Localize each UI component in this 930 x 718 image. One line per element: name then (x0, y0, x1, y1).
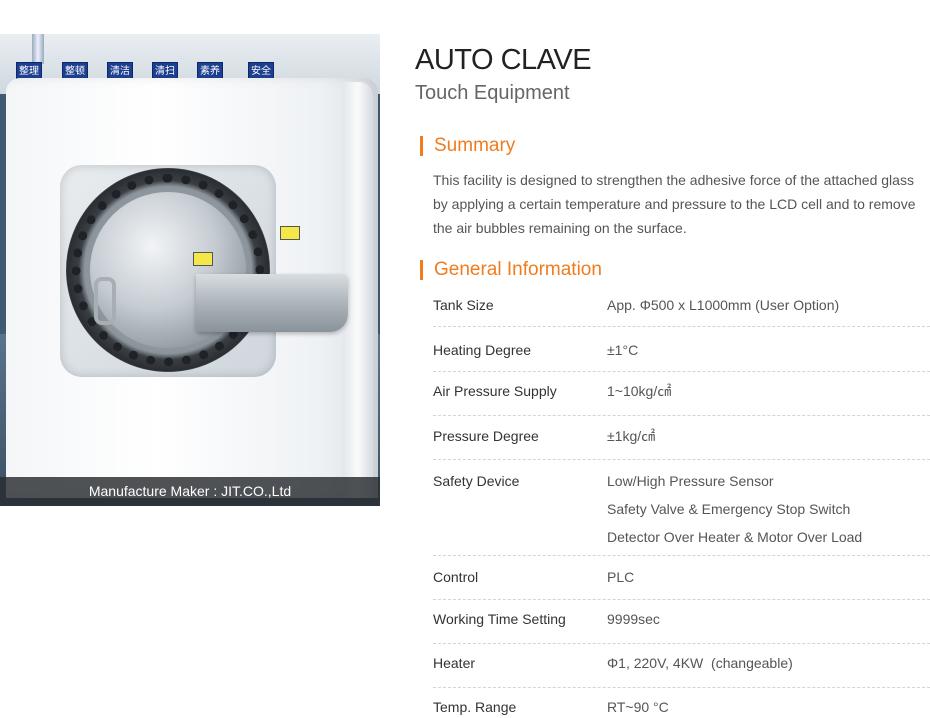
summary-text: This facility is designed to strengthen … (433, 172, 916, 236)
lid-hinge-arm (196, 274, 348, 332)
warning-sticker (280, 226, 300, 240)
spec-table: Tank Size App. Φ500 x L1000mm (User Opti… (433, 286, 930, 718)
spec-key: Pressure Degree (433, 428, 539, 444)
spec-row-temp-range: Temp. Range RT~90 °C (433, 688, 930, 718)
spec-key: Tank Size (433, 297, 494, 313)
page-subtitle: Touch Equipment (415, 82, 570, 104)
spec-row-pressure-degree: Pressure Degree ±1kg/㎠ (433, 416, 930, 460)
warning-sticker (193, 252, 213, 266)
spec-value-line: PLC (607, 569, 635, 585)
spec-value-line: 9999sec (607, 611, 660, 627)
spec-value-line: Detector Over Heater & Motor Over Load (607, 529, 863, 545)
wall-sign: 整顿 (62, 62, 88, 79)
spec-key: Working Time Setting (433, 611, 566, 627)
spec-value-line: Low/High Pressure Sensor (607, 473, 774, 489)
product-photo: 整理 整顿 清洁 清扫 素养 安全 (0, 34, 380, 506)
spec-value-line: RT~90 °C (607, 699, 669, 715)
page-title: AUTO CLAVE (415, 44, 592, 76)
spec-row-air-pressure-supply: Air Pressure Supply 1~10kg/㎠ (433, 372, 930, 416)
lid-handle (94, 277, 116, 325)
wall-sign: 整理 (16, 62, 42, 79)
spec-value-line: ±1kg/㎠ (607, 428, 656, 444)
spec-row-heater: Heater Φ1, 220V, 4KW (changeable) (433, 644, 930, 688)
spec-value: Low/High Pressure Sensor Safety Valve & … (607, 462, 930, 555)
spec-value-line: Safety Valve & Emergency Stop Switch (607, 501, 851, 517)
spec-value: RT~90 °C (607, 688, 930, 718)
pipe-fixture (32, 34, 44, 64)
spec-value-line: App. Φ500 x L1000mm (User Option) (607, 297, 840, 313)
spec-row-safety-device: Safety Device Low/High Pressure Sensor S… (433, 460, 930, 556)
spec-value: 9999sec (607, 600, 930, 643)
spec-value: App. Φ500 x L1000mm (User Option) (607, 286, 930, 326)
spec-value: ±1kg/㎠ (607, 417, 930, 459)
spec-row-heating-degree: Heating Degree ±1°C (433, 327, 930, 372)
spec-row-tank-size: Tank Size App. Φ500 x L1000mm (User Opti… (433, 286, 930, 327)
spec-row-working-time: Working Time Setting 9999sec (433, 600, 930, 644)
spec-value-line: 1~10kg/㎠ (607, 383, 672, 399)
general-info-heading: General Information (420, 260, 602, 280)
image-caption: Manufacture Maker : JIT.CO.,Ltd (0, 477, 380, 506)
spec-key: Control (433, 569, 479, 585)
spec-key: Temp. Range (433, 699, 517, 715)
spec-value-line: Φ1, 220V, 4KW (changeable) (607, 655, 793, 671)
spec-key: Heating Degree (433, 342, 532, 358)
spec-value: ±1°C (607, 331, 930, 371)
wall-sign: 安全 (248, 62, 274, 79)
spec-key: Air Pressure Supply (433, 383, 557, 399)
spec-value-line: ±1°C (607, 342, 639, 358)
wall-sign: 清扫 (152, 62, 178, 79)
spec-value: PLC (607, 558, 930, 599)
summary-heading: Summary (420, 136, 515, 156)
wall-sign: 清洁 (107, 62, 133, 79)
spec-value: Φ1, 220V, 4KW (changeable) (607, 644, 930, 687)
spec-row-control: Control PLC (433, 556, 930, 600)
spec-key: Heater (433, 655, 476, 671)
spec-value: 1~10kg/㎠ (607, 372, 930, 415)
wall-sign: 素养 (197, 62, 223, 79)
spec-key: Safety Device (433, 473, 520, 489)
